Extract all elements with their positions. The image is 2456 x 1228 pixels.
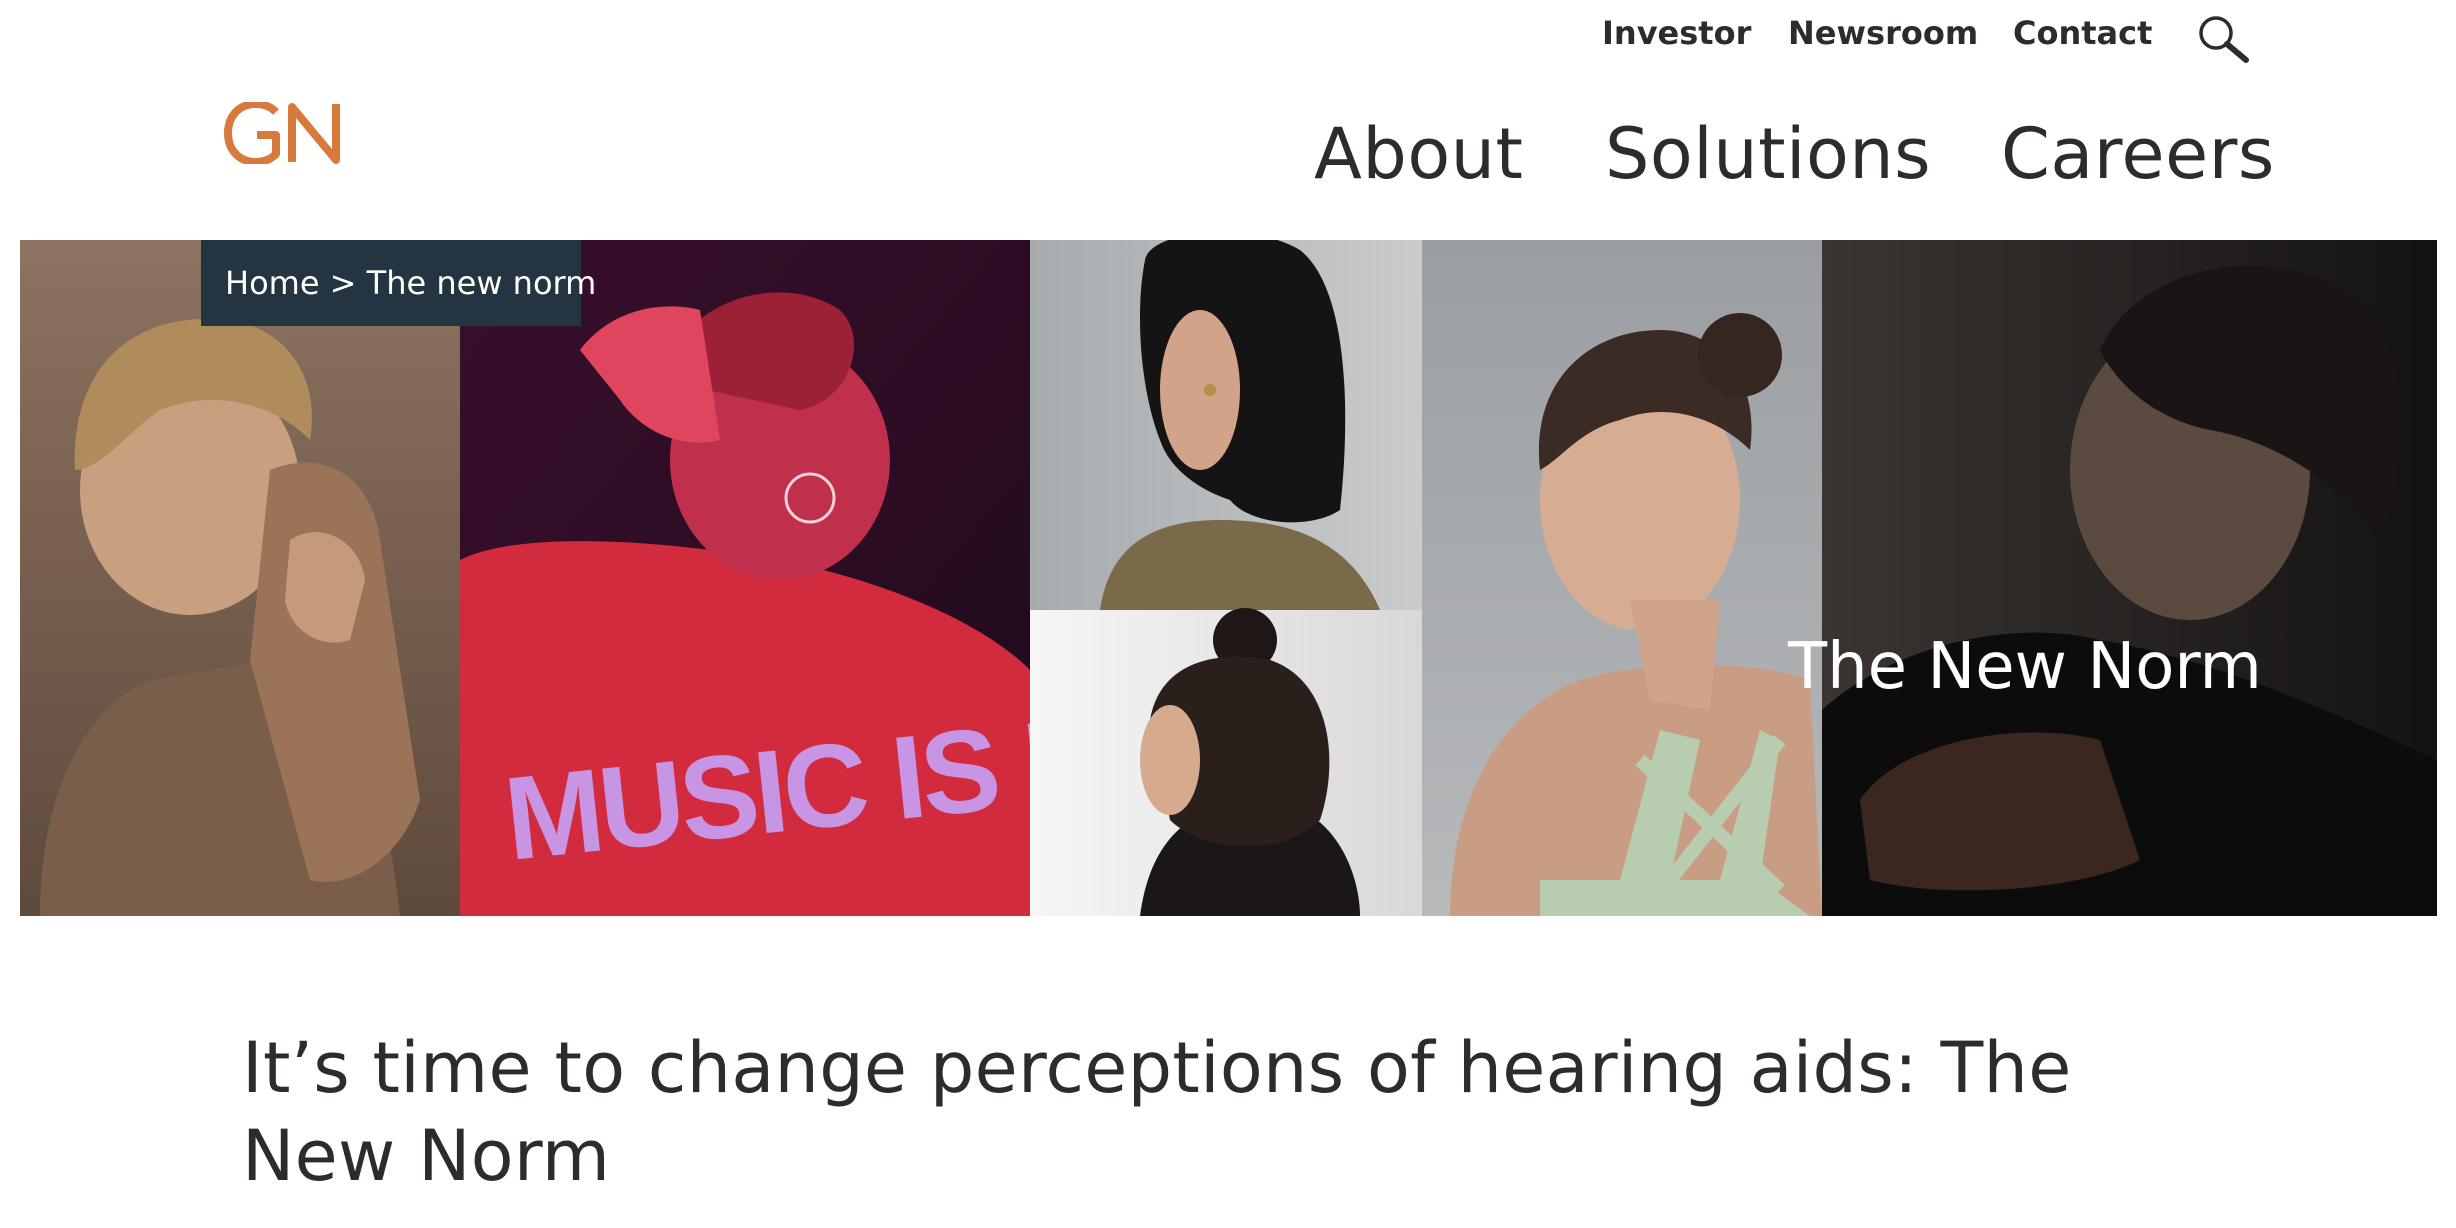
gn-logo[interactable]: [224, 100, 350, 166]
nav-link-about[interactable]: About: [1314, 112, 1523, 196]
breadcrumb[interactable]: Home > The new norm: [201, 240, 596, 326]
search-icon[interactable]: [2196, 14, 2250, 64]
nav-link-newsroom[interactable]: Newsroom: [1788, 14, 1978, 52]
page-title: It’s time to change perceptions of heari…: [242, 1027, 2072, 1197]
nav-link-investor[interactable]: Investor: [1602, 14, 1751, 52]
nav-link-contact[interactable]: Contact: [2013, 14, 2152, 52]
nav-link-solutions[interactable]: Solutions: [1605, 112, 1931, 196]
nav-link-careers[interactable]: Careers: [2001, 112, 2275, 196]
hero-title: The New Norm: [1788, 630, 2262, 704]
hero-banner: MUSIC IS LOVE: [20, 240, 2437, 916]
